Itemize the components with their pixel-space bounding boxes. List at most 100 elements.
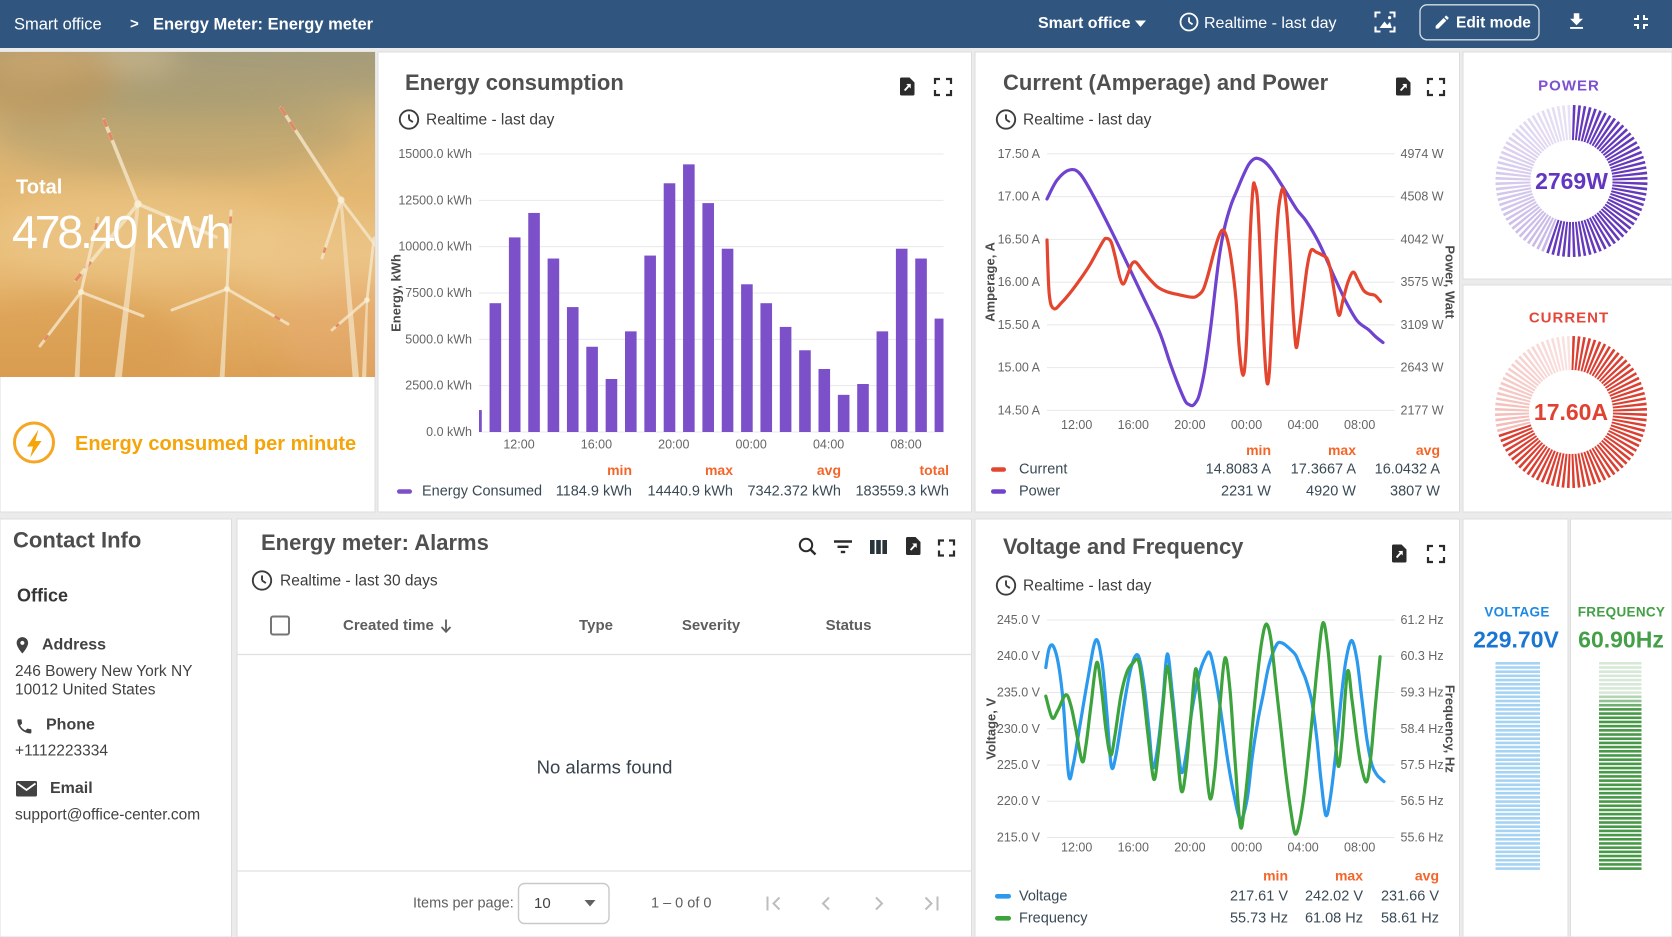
svg-text:max: max (1335, 868, 1363, 884)
svg-text:17.3667 A: 17.3667 A (1291, 462, 1357, 478)
svg-text:3109 W: 3109 W (1401, 318, 1444, 332)
svg-text:Phone: Phone (46, 717, 95, 734)
svg-text:04:00: 04:00 (813, 438, 844, 452)
svg-text:Address: Address (42, 637, 106, 654)
svg-text:14.8083 A: 14.8083 A (1206, 462, 1272, 478)
svg-text:avg: avg (1415, 868, 1439, 884)
svg-text:Total: Total (16, 177, 62, 199)
svg-text:55.73 Hz: 55.73 Hz (1230, 910, 1288, 926)
svg-text:230.0 V: 230.0 V (997, 722, 1041, 736)
svg-text:00:00: 00:00 (736, 438, 767, 452)
svg-text:Amperage, A: Amperage, A (983, 242, 998, 322)
svg-text:2231 W: 2231 W (1221, 484, 1271, 500)
svg-text:4508 W: 4508 W (1401, 190, 1444, 204)
svg-text:16:00: 16:00 (1118, 841, 1149, 855)
svg-text:2177 W: 2177 W (1401, 403, 1444, 417)
svg-text:Type: Type (579, 617, 613, 634)
svg-text:max: max (1328, 442, 1356, 458)
svg-text:12:00: 12:00 (1061, 418, 1092, 432)
svg-text:2500.0 kWh: 2500.0 kWh (405, 379, 472, 393)
svg-text:3807 W: 3807 W (1390, 484, 1440, 500)
svg-text:15000.0 kWh: 15000.0 kWh (398, 147, 472, 161)
svg-text:12:00: 12:00 (503, 438, 534, 452)
svg-text:14440.9 kWh: 14440.9 kWh (648, 484, 733, 500)
svg-text:Realtime - last 30 days: Realtime - last 30 days (280, 573, 438, 590)
svg-text:Power, Watt: Power, Watt (1443, 245, 1458, 319)
svg-text:2769W: 2769W (1535, 168, 1608, 194)
svg-text:15.50 A: 15.50 A (998, 318, 1041, 332)
svg-text:min: min (607, 462, 632, 478)
svg-text:245.0 V: 245.0 V (997, 613, 1041, 627)
svg-text:Frequency: Frequency (1019, 910, 1088, 926)
svg-text:17.50 A: 17.50 A (998, 147, 1041, 161)
svg-text:16.00 A: 16.00 A (998, 275, 1041, 289)
svg-text:Smart office: Smart office (14, 16, 102, 34)
svg-text:10012 United States: 10012 United States (15, 682, 156, 699)
svg-text:59.3 Hz: 59.3 Hz (1401, 686, 1444, 700)
svg-text:242.02 V: 242.02 V (1305, 888, 1363, 904)
svg-text:16.0432 A: 16.0432 A (1375, 462, 1441, 478)
svg-text:3575 W: 3575 W (1401, 275, 1444, 289)
svg-text:avg: avg (1416, 442, 1440, 458)
svg-text:Contact Info: Contact Info (13, 528, 141, 553)
svg-text:61.2 Hz: 61.2 Hz (1401, 613, 1444, 627)
svg-text:Energy consumed per minute: Energy consumed per minute (75, 433, 356, 455)
svg-text:235.0 V: 235.0 V (997, 686, 1041, 700)
svg-text:Power: Power (1019, 484, 1060, 500)
svg-text:183559.3 kWh: 183559.3 kWh (855, 484, 949, 500)
svg-text:Energy, kWh: Energy, kWh (389, 254, 404, 332)
svg-text:Energy consumption: Energy consumption (405, 70, 624, 95)
svg-text:20:00: 20:00 (1174, 418, 1205, 432)
svg-text:60.90Hz: 60.90Hz (1578, 627, 1664, 653)
svg-text:Realtime - last day: Realtime - last day (426, 112, 555, 129)
svg-text:61.08 Hz: 61.08 Hz (1305, 910, 1363, 926)
svg-text:246 Bowery New York NY: 246 Bowery New York NY (15, 663, 192, 680)
svg-text:CURRENT: CURRENT (1529, 310, 1609, 327)
svg-text:Edit mode: Edit mode (1456, 14, 1531, 31)
svg-text:5000.0 kWh: 5000.0 kWh (405, 332, 472, 346)
svg-text:04:00: 04:00 (1287, 418, 1318, 432)
svg-text:20:00: 20:00 (1174, 841, 1205, 855)
svg-text:Energy Consumed: Energy Consumed (422, 484, 542, 500)
svg-text:Voltage: Voltage (1019, 888, 1067, 904)
svg-text:Voltage and Frequency: Voltage and Frequency (1003, 534, 1244, 559)
svg-text:support@office-center.com: support@office-center.com (15, 807, 200, 824)
svg-text:Frequency, Hz: Frequency, Hz (1443, 685, 1458, 773)
svg-text:Realtime - last day: Realtime - last day (1023, 578, 1152, 595)
svg-text:08:00: 08:00 (890, 438, 921, 452)
svg-text:4920 W: 4920 W (1306, 484, 1356, 500)
svg-text:max: max (705, 462, 733, 478)
svg-text:225.0 V: 225.0 V (997, 758, 1041, 772)
svg-text:60.3 Hz: 60.3 Hz (1401, 649, 1444, 663)
svg-text:14.50 A: 14.50 A (998, 403, 1041, 417)
svg-text:04:00: 04:00 (1287, 841, 1318, 855)
svg-text:Realtime - last day: Realtime - last day (1204, 15, 1337, 32)
svg-text:total: total (919, 462, 949, 478)
svg-text:229.70V: 229.70V (1473, 627, 1559, 653)
svg-text:Email: Email (50, 780, 93, 797)
svg-text:220.0 V: 220.0 V (997, 794, 1041, 808)
svg-text:56.5 Hz: 56.5 Hz (1401, 794, 1444, 808)
svg-text:Created time: Created time (343, 617, 434, 634)
svg-text:08:00: 08:00 (1344, 841, 1375, 855)
svg-text:16.50 A: 16.50 A (998, 232, 1041, 246)
svg-text:4974 W: 4974 W (1401, 147, 1444, 161)
svg-text:4042 W: 4042 W (1401, 232, 1444, 246)
svg-text:No alarms found: No alarms found (537, 757, 673, 778)
svg-text:Voltage, V: Voltage, V (984, 698, 999, 760)
svg-text:16:00: 16:00 (1118, 418, 1149, 432)
svg-text:0.0 kWh: 0.0 kWh (426, 425, 472, 439)
svg-text:avg: avg (817, 462, 841, 478)
svg-text:17.00 A: 17.00 A (998, 190, 1041, 204)
svg-text:+1112223334: +1112223334 (15, 743, 108, 760)
svg-text:Current (Amperage) and Power: Current (Amperage) and Power (1003, 70, 1329, 95)
svg-text:12500.0 kWh: 12500.0 kWh (398, 193, 472, 207)
svg-text:Realtime - last day: Realtime - last day (1023, 112, 1152, 129)
svg-text:Smart office: Smart office (1038, 15, 1131, 32)
svg-text:20:00: 20:00 (658, 438, 689, 452)
svg-text:12:00: 12:00 (1061, 841, 1092, 855)
svg-text:1184.9 kWh: 1184.9 kWh (556, 484, 632, 500)
svg-text:58.4 Hz: 58.4 Hz (1401, 722, 1444, 736)
svg-text:Energy meter: Alarms: Energy meter: Alarms (261, 530, 489, 555)
svg-text:00:00: 00:00 (1231, 418, 1262, 432)
